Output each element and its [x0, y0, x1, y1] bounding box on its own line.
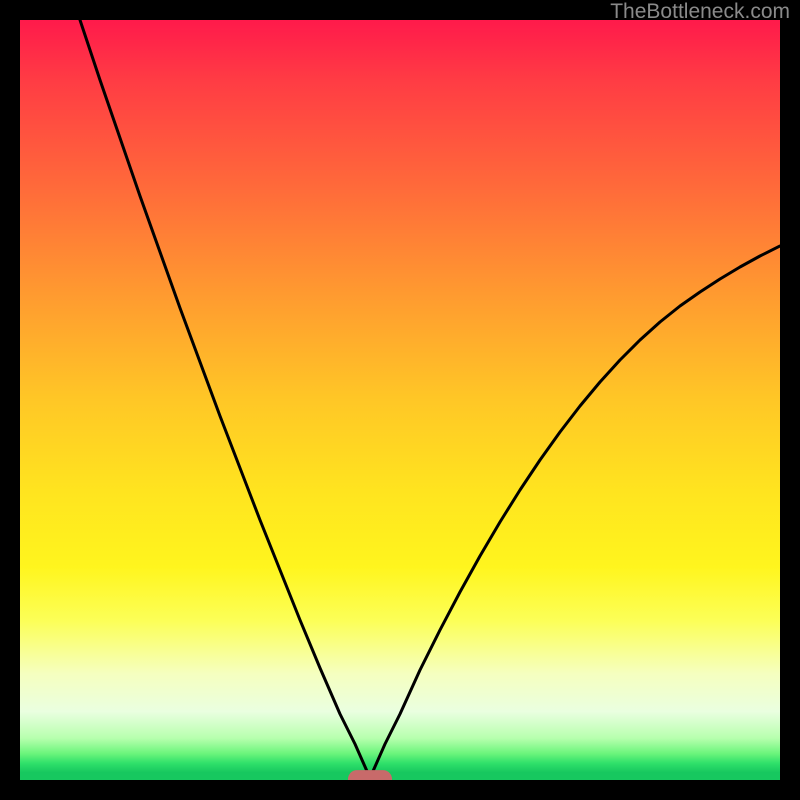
- plot-frame: [20, 20, 780, 780]
- left-branch-curve: [80, 20, 370, 778]
- optimum-marker: [348, 770, 392, 780]
- right-branch-curve: [370, 246, 780, 778]
- bottleneck-curve: [20, 20, 780, 780]
- watermark-text: TheBottleneck.com: [610, 0, 790, 24]
